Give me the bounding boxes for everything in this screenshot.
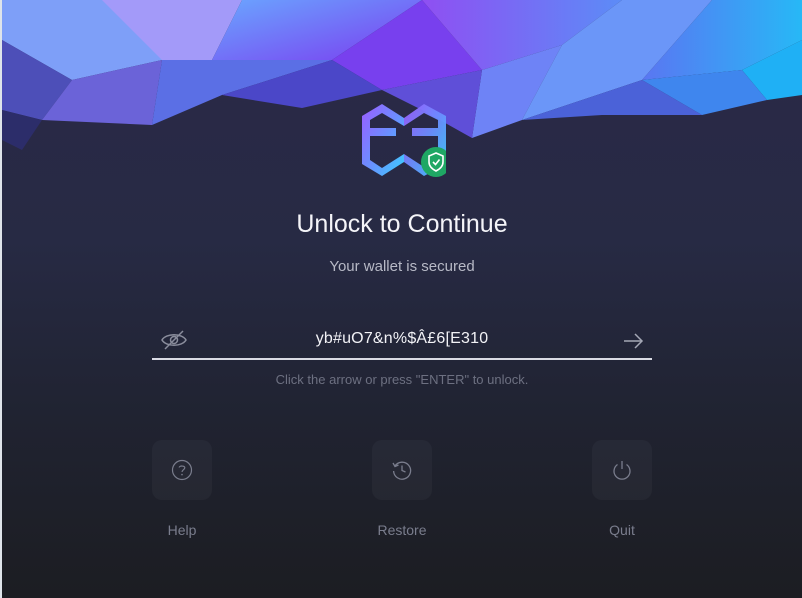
restore-tile[interactable] — [372, 440, 432, 500]
arrow-right-icon[interactable] — [622, 330, 644, 352]
quit-label: Quit — [609, 522, 635, 538]
quit-button[interactable]: Quit — [582, 440, 662, 538]
unlock-hint: Click the arrow or press "ENTER" to unlo… — [275, 372, 529, 387]
quit-tile[interactable] — [592, 440, 652, 500]
help-label: Help — [167, 522, 197, 538]
restore-button[interactable]: Restore — [362, 440, 442, 538]
help-tile[interactable] — [152, 440, 212, 500]
password-input[interactable]: yb#uO7&n%$Â£6[E310 — [152, 330, 652, 348]
help-button[interactable]: Help — [142, 440, 222, 538]
page-subtitle: Your wallet is secured — [329, 258, 475, 275]
exodus-logo — [362, 104, 446, 177]
password-field[interactable]: yb#uO7&n%$Â£6[E310 — [152, 320, 652, 360]
restore-icon — [392, 461, 412, 480]
unlock-window: Unlock to Continue Your wallet is secure… — [2, 0, 802, 598]
help-icon — [171, 459, 193, 481]
restore-label: Restore — [377, 522, 427, 538]
page-title: Unlock to Continue — [296, 210, 508, 238]
power-icon — [613, 461, 631, 480]
